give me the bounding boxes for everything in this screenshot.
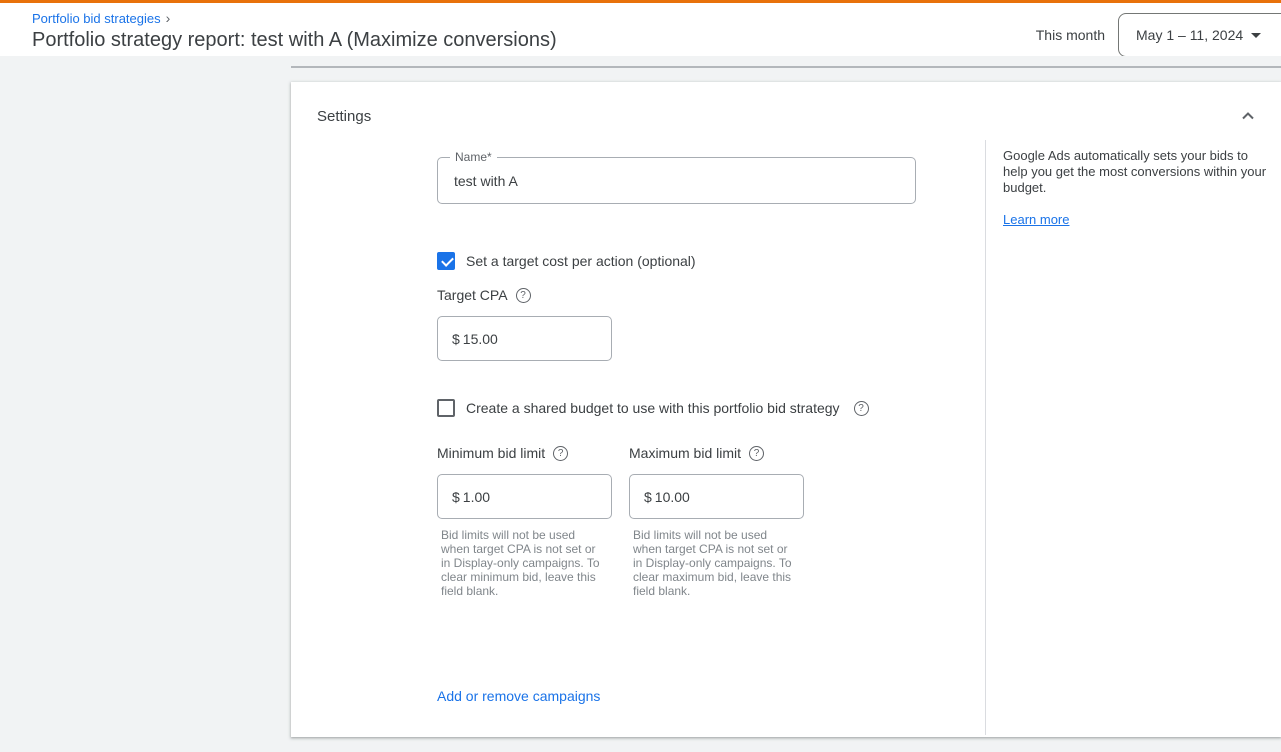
shared-budget-checkbox[interactable] <box>437 399 455 417</box>
target-cpa-label: Target CPA <box>437 287 508 303</box>
max-bid-input[interactable] <box>655 489 775 505</box>
date-range-value: May 1 – 11, 2024 <box>1136 14 1243 56</box>
min-bid-field[interactable]: $ <box>437 474 612 519</box>
date-range-preset-label: This month <box>1036 27 1105 43</box>
page-header: Portfolio bid strategies › Portfolio str… <box>0 3 1281 56</box>
currency-prefix: $ <box>452 331 460 347</box>
date-range-selector[interactable]: May 1 – 11, 2024 <box>1118 13 1281 57</box>
min-bid-label: Minimum bid limit <box>437 445 545 461</box>
target-cpa-help-icon[interactable] <box>516 288 531 303</box>
divider <box>985 140 986 735</box>
currency-prefix: $ <box>452 489 460 505</box>
page-title: Portfolio strategy report: test with A (… <box>32 29 557 52</box>
max-bid-helper-text: Bid limits will not be used when target … <box>633 528 793 598</box>
max-bid-label-row: Maximum bid limit <box>629 445 764 461</box>
target-cpa-checkbox-label: Set a target cost per action (optional) <box>466 253 696 269</box>
min-bid-input[interactable] <box>463 489 583 505</box>
settings-card-title: Settings <box>317 108 371 125</box>
currency-prefix: $ <box>644 489 652 505</box>
breadcrumb-caret-icon: › <box>166 12 171 25</box>
learn-more-link[interactable]: Learn more <box>1003 212 1069 227</box>
breadcrumb-link-portfolio-bid-strategies[interactable]: Portfolio bid strategies <box>32 11 161 26</box>
shared-budget-option-row: Create a shared budget to use with this … <box>437 399 869 417</box>
add-or-remove-campaigns-link[interactable]: Add or remove campaigns <box>437 688 600 704</box>
max-bid-label: Maximum bid limit <box>629 445 741 461</box>
chevron-up-icon <box>1239 107 1257 125</box>
help-panel-description: Google Ads automatically sets your bids … <box>1003 148 1275 196</box>
collapse-settings-button[interactable] <box>1236 104 1260 128</box>
chevron-down-icon <box>1251 33 1261 38</box>
max-bid-help-icon[interactable] <box>749 446 764 461</box>
shared-budget-checkbox-label: Create a shared budget to use with this … <box>466 400 840 416</box>
breadcrumb: Portfolio bid strategies › <box>32 11 170 26</box>
target-cpa-input[interactable] <box>463 331 583 347</box>
shared-budget-help-icon[interactable] <box>854 401 869 416</box>
min-bid-label-row: Minimum bid limit <box>437 445 568 461</box>
target-cpa-label-row: Target CPA <box>437 287 531 303</box>
target-cpa-field[interactable]: $ <box>437 316 612 361</box>
max-bid-field[interactable]: $ <box>629 474 804 519</box>
settings-card: Settings Name* Set a target cost per act… <box>291 82 1281 737</box>
min-bid-helper-text: Bid limits will not be used when target … <box>441 528 601 598</box>
help-panel: Google Ads automatically sets your bids … <box>1003 148 1275 229</box>
name-field[interactable]: Name* <box>437 157 916 204</box>
content-background: Settings Name* Set a target cost per act… <box>0 56 1281 752</box>
target-cpa-checkbox[interactable] <box>437 252 455 270</box>
min-bid-help-icon[interactable] <box>553 446 568 461</box>
divider <box>291 66 1281 68</box>
name-input[interactable] <box>438 158 915 203</box>
target-cpa-option-row: Set a target cost per action (optional) <box>437 252 696 270</box>
